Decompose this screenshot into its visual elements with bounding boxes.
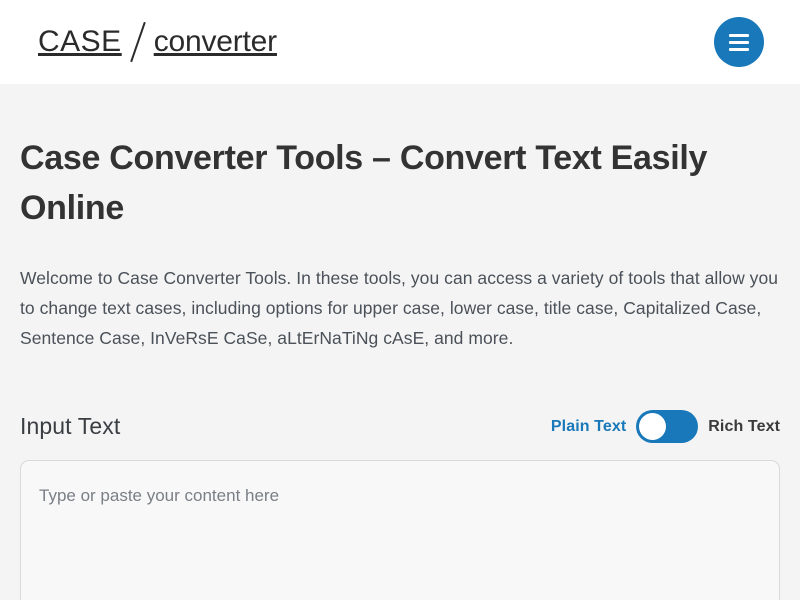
hamburger-menu-button[interactable]: [714, 17, 764, 67]
input-section-header: Input Text Plain Text Rich Text: [20, 353, 780, 444]
logo-slash-icon: [124, 21, 152, 63]
main-content: Case Converter Tools – Convert Text Easi…: [0, 84, 800, 600]
plain-rich-text-switch[interactable]: [636, 410, 699, 444]
plain-text-label[interactable]: Plain Text: [551, 418, 626, 436]
logo-secondary-text: converter: [153, 25, 277, 58]
site-header: CASE converter: [0, 0, 800, 84]
intro-paragraph: Welcome to Case Converter Tools. In thes…: [20, 267, 779, 349]
hamburger-icon-bar-2: [729, 40, 749, 44]
hamburger-icon-bar-1: [729, 33, 749, 37]
switch-knob: [639, 413, 667, 441]
logo-primary-text: CASE: [38, 25, 122, 58]
hamburger-icon-bar-3: [729, 47, 749, 51]
site-logo[interactable]: CASE converter: [38, 21, 277, 63]
text-mode-toggle-group: Plain Text Rich Text: [551, 410, 780, 444]
page-title: Case Converter Tools – Convert Text Easi…: [20, 139, 708, 227]
input-text-label: Input Text: [20, 413, 121, 440]
input-textarea[interactable]: [20, 460, 780, 600]
rich-text-label[interactable]: Rich Text: [708, 418, 780, 436]
